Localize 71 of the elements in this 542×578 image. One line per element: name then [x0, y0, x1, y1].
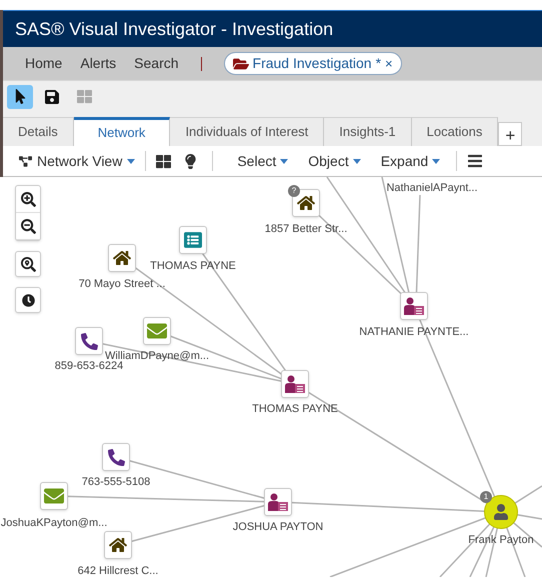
select-tool-button[interactable]: [7, 84, 33, 108]
node[interactable]: [292, 189, 320, 217]
person-card-icon: [268, 493, 288, 511]
focus-node[interactable]: [484, 495, 518, 529]
tab[interactable]: Individuals of Interest: [170, 117, 324, 146]
tab[interactable]: Network: [74, 117, 170, 146]
node-label: 70 Mayo Street ...: [78, 277, 166, 292]
node-label: Frank Payton: [468, 533, 534, 548]
zoom-out-icon: [20, 218, 36, 234]
node-label: JOSHUA PAYTON: [232, 520, 324, 535]
node[interactable]: [281, 370, 309, 398]
node-label: WilliamDPayne@m...: [104, 349, 210, 362]
node-label: 642 Hillcrest C...: [78, 564, 158, 578]
node[interactable]: [40, 482, 68, 510]
node[interactable]: [104, 531, 132, 559]
grid-layout-icon[interactable]: [156, 154, 172, 168]
node-label: THOMAS PAYNE: [252, 402, 338, 417]
node[interactable]: [108, 244, 136, 272]
node-label: 763-555-5108: [82, 475, 150, 490]
tab[interactable]: Details: [3, 117, 74, 146]
node-label: NATHANIE PAYNTE...: [359, 325, 469, 340]
node-label: THOMAS PAYNE: [150, 259, 236, 274]
document-icon: [184, 231, 202, 249]
house-icon: [297, 194, 315, 212]
nav-link[interactable]: Alerts: [80, 53, 116, 74]
toolbar-menu[interactable]: Object: [308, 150, 361, 172]
node-label: 859-653-6224: [54, 360, 124, 374]
network-icon: [19, 154, 32, 168]
node-label: JoshuaKPayton@m...: [0, 516, 108, 531]
tab-label: Fraud Investigation: [252, 54, 372, 73]
phone-icon: [108, 448, 124, 466]
menu-icon[interactable]: [467, 153, 484, 169]
person-icon: [493, 504, 509, 520]
add-tab-button[interactable]: +: [498, 122, 522, 146]
timeline-button[interactable]: [15, 287, 41, 313]
node-badge: 1: [480, 491, 492, 503]
node[interactable]: [400, 292, 428, 320]
zoom-fit-icon: [20, 256, 36, 272]
node-label: 1857 Better Str...: [264, 222, 348, 237]
envelope-icon: [147, 321, 167, 341]
unsaved-mark: *: [376, 54, 382, 73]
save-icon: [44, 88, 60, 104]
phone-icon: [80, 332, 98, 350]
nav-link[interactable]: Search: [134, 53, 179, 74]
node[interactable]: [179, 226, 207, 254]
zoom-in-icon: [20, 192, 36, 206]
investigation-tab[interactable]: Fraud Investigation * ×: [224, 52, 402, 75]
lightbulb-icon[interactable]: [183, 154, 198, 168]
toolbar-menu[interactable]: Select: [237, 150, 288, 172]
toolbar-menu[interactable]: Expand: [380, 150, 440, 172]
person-card-icon: [285, 375, 305, 393]
folder-icon: [232, 56, 249, 72]
node-label: NathanielAPaynt...: [386, 181, 478, 196]
person-card-icon: [404, 297, 424, 315]
node[interactable]: [102, 443, 130, 471]
grid-icon: [76, 89, 92, 104]
envelope-icon: [44, 486, 64, 506]
tab[interactable]: Locations: [412, 117, 498, 146]
node[interactable]: [264, 488, 292, 516]
timeline-icon: [22, 294, 34, 306]
window-title: SAS® Visual Investigator - Investigation: [15, 18, 334, 41]
node[interactable]: [75, 327, 103, 355]
house-icon: [113, 249, 131, 267]
fit-button[interactable]: [15, 251, 41, 277]
node[interactable]: [143, 317, 171, 345]
node-badge: ?: [288, 185, 300, 197]
house-icon: [109, 536, 127, 554]
close-button[interactable]: ×: [385, 54, 393, 74]
network-view-menu[interactable]: Network View: [19, 150, 136, 172]
nav-link[interactable]: Home: [25, 53, 62, 74]
tab[interactable]: Insights-1: [324, 117, 412, 146]
